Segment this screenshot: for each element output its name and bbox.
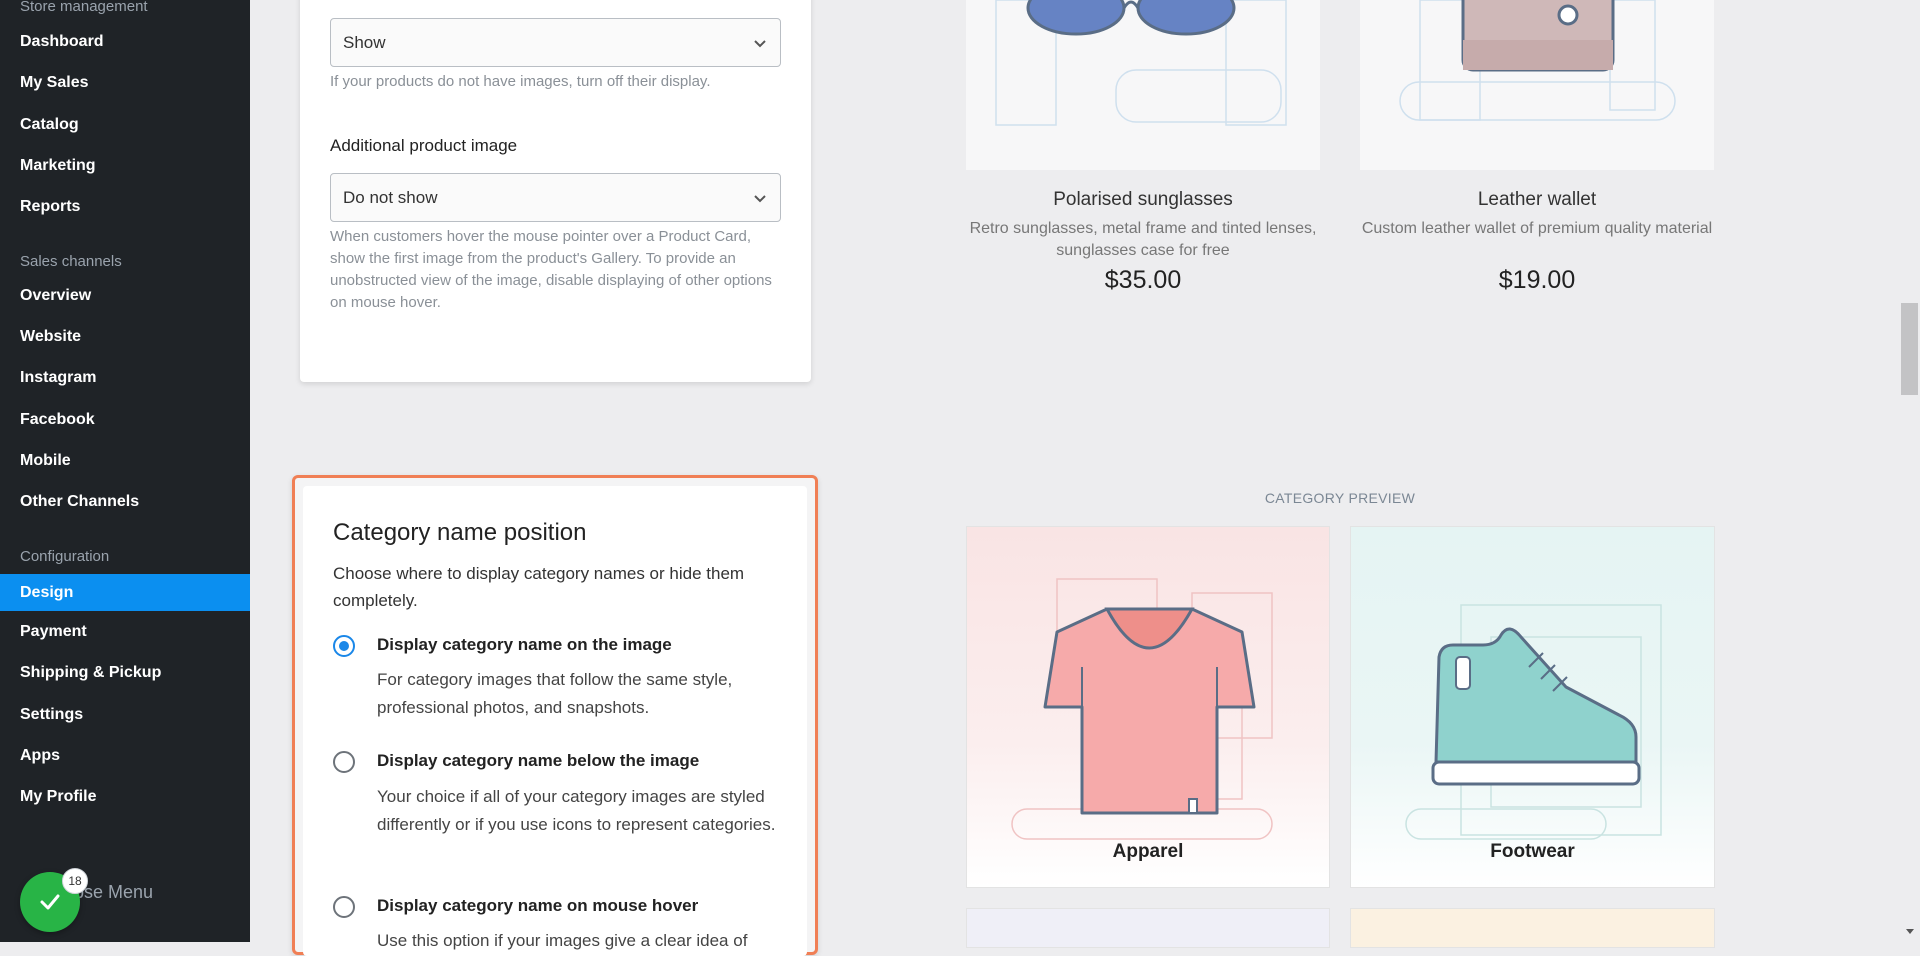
sidebar-item-instagram[interactable]: Instagram xyxy=(0,361,250,395)
radio-name-on-hover[interactable] xyxy=(333,896,355,918)
additional-image-hint: When customers hover the mouse pointer o… xyxy=(330,226,772,314)
sidebar-item-payment[interactable]: Payment xyxy=(0,615,250,649)
sidebar-item-facebook[interactable]: Facebook xyxy=(0,403,250,437)
sidebar-item-marketing[interactable]: Marketing xyxy=(0,149,250,183)
sidebar-item-overview[interactable]: Overview xyxy=(0,279,250,313)
category-position-title: Category name position xyxy=(333,519,587,546)
sidebar-item-dashboard[interactable]: Dashboard xyxy=(0,25,250,59)
sidebar-item-website[interactable]: Website xyxy=(0,320,250,354)
sidebar-item-design[interactable]: Design xyxy=(0,574,250,611)
option-title-below-image[interactable]: Display category name below the image xyxy=(377,751,699,771)
notification-badge: 18 xyxy=(62,868,88,894)
sidebar-item-settings[interactable]: Settings xyxy=(0,698,250,732)
sidebar-item-apps[interactable]: Apps xyxy=(0,739,250,773)
sunglasses-illustration-icon xyxy=(995,0,1287,126)
image-settings-panel: Show If your products do not have images… xyxy=(300,0,811,382)
additional-image-label: Additional product image xyxy=(330,136,518,155)
category-card[interactable] xyxy=(1350,908,1715,948)
sneaker-illustration-icon xyxy=(1405,604,1662,840)
checkmark-icon xyxy=(40,894,60,910)
additional-image-select[interactable]: Do not show xyxy=(330,173,781,222)
product-image-hint: If your products do not have images, tur… xyxy=(330,73,711,90)
sidebar: Store management Dashboard My Sales Cata… xyxy=(0,0,250,942)
hint-line: When customers hover the mouse pointer o… xyxy=(330,228,752,245)
product-name: Leather wallet xyxy=(1477,189,1597,210)
category-card-footwear[interactable]: Footwear xyxy=(1350,526,1715,888)
hint-line: on mouse hover. xyxy=(330,294,441,311)
product-description: Custom leather wallet of premium quality… xyxy=(1361,220,1713,237)
category-position-description: Choose where to display category names o… xyxy=(333,564,745,610)
option-desc-below-image: Your choice if all of your category imag… xyxy=(377,787,776,834)
option-title-on-image[interactable]: Display category name on the image xyxy=(377,635,672,655)
sidebar-section-sales-channels: Sales channels xyxy=(20,253,122,270)
sidebar-item-my-sales[interactable]: My Sales xyxy=(0,66,250,100)
sidebar-section-store-management: Store management xyxy=(20,0,148,15)
product-card-image xyxy=(1360,0,1714,170)
sidebar-section-configuration: Configuration xyxy=(20,548,110,565)
radio-name-on-image[interactable] xyxy=(333,635,355,657)
category-name-footwear: Footwear xyxy=(1490,841,1575,862)
chevron-down-icon xyxy=(754,40,766,48)
scrollbar-thumb[interactable] xyxy=(1901,303,1918,395)
product-image-select[interactable]: Show xyxy=(330,18,781,67)
sidebar-item-other-channels[interactable]: Other Channels xyxy=(0,485,250,519)
sidebar-item-mobile[interactable]: Mobile xyxy=(0,444,250,478)
option-desc-on-image: For category images that follow the same… xyxy=(377,670,733,717)
sidebar-item-shipping-pickup[interactable]: Shipping & Pickup xyxy=(0,656,250,690)
chevron-down-icon xyxy=(754,195,766,203)
scroll-down-arrow-icon[interactable] xyxy=(1905,928,1915,936)
radio-name-below-image[interactable] xyxy=(333,751,355,773)
category-preview-title: CATEGORY PREVIEW xyxy=(1264,490,1416,506)
option-desc-on-hover: Use this option if your images give a cl… xyxy=(377,931,748,950)
category-name-position-panel: Category name position Choose where to d… xyxy=(292,475,818,956)
hint-line: show the first image from the product's … xyxy=(330,250,736,267)
product-price: $35.00 xyxy=(1104,266,1182,294)
category-card[interactable] xyxy=(966,908,1330,948)
product-name: Polarised sunglasses xyxy=(1053,189,1233,210)
product-image-select-value: Show xyxy=(343,33,386,52)
tshirt-illustration-icon xyxy=(1011,578,1273,840)
category-name-apparel: Apparel xyxy=(1112,841,1184,862)
sidebar-item-reports[interactable]: Reports xyxy=(0,190,250,224)
page-scrollbar[interactable] xyxy=(1900,0,1920,942)
additional-image-select-value: Do not show xyxy=(343,188,438,207)
wallet-illustration-icon xyxy=(1399,0,1676,121)
product-card-image xyxy=(966,0,1320,170)
product-description: Retro sunglasses, metal frame and tinted… xyxy=(969,220,1317,259)
sidebar-item-catalog[interactable]: Catalog xyxy=(0,108,250,142)
sidebar-item-my-profile[interactable]: My Profile xyxy=(0,780,250,814)
category-name-position-card: Category name position Choose where to d… xyxy=(303,486,807,956)
hint-line: unobstructed view of the image, disable … xyxy=(330,272,772,289)
category-card-apparel[interactable]: Apparel xyxy=(966,526,1330,888)
option-title-on-hover[interactable]: Display category name on mouse hover xyxy=(377,896,698,916)
product-price: $19.00 xyxy=(1498,266,1576,294)
